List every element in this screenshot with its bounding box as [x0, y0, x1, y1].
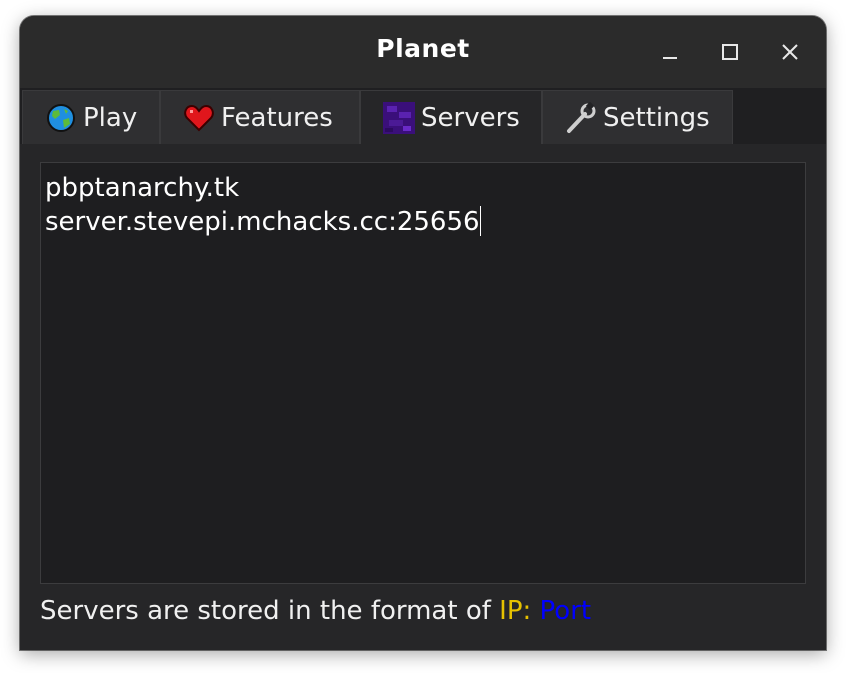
tab-servers[interactable]: Servers — [360, 90, 542, 144]
wrench-icon — [565, 101, 597, 134]
format-hint-text: Servers are stored in the format of — [40, 596, 500, 626]
format-hint: Servers are stored in the format of IP: … — [40, 596, 591, 626]
minimize-button[interactable] — [654, 36, 686, 68]
text-caret — [479, 206, 481, 236]
format-hint-port: Port — [539, 596, 592, 626]
close-icon — [782, 44, 798, 60]
minimize-icon — [663, 57, 677, 59]
server-line: server.stevepi.mchacks.cc:25656 — [45, 206, 481, 237]
tab-features[interactable]: Features — [160, 90, 360, 144]
format-hint-colon: : — [522, 596, 540, 626]
tab-features-label: Features — [221, 102, 333, 133]
app-window: Planet Play Features Servers Settings pb… — [20, 16, 826, 650]
globe-icon — [45, 102, 77, 134]
format-hint-ip: IP — [499, 596, 523, 626]
portal-icon — [383, 101, 415, 134]
maximize-button[interactable] — [714, 36, 746, 68]
tab-play-label: Play — [83, 102, 138, 133]
tab-servers-label: Servers — [421, 102, 520, 133]
servers-text-editor[interactable]: pbptanarchy.tk server.stevepi.mchacks.cc… — [40, 162, 806, 584]
title-bar[interactable]: Planet — [20, 16, 826, 88]
heart-icon — [183, 102, 215, 134]
server-line: pbptanarchy.tk — [45, 173, 240, 203]
window-title: Planet — [376, 34, 470, 63]
tab-settings[interactable]: Settings — [542, 90, 733, 144]
tab-settings-label: Settings — [603, 102, 710, 133]
maximize-icon — [722, 44, 738, 60]
servers-panel: pbptanarchy.tk server.stevepi.mchacks.cc… — [20, 144, 826, 650]
tab-bar: Play Features Servers Settings — [20, 88, 826, 144]
tab-play[interactable]: Play — [22, 90, 160, 144]
close-button[interactable] — [774, 36, 806, 68]
